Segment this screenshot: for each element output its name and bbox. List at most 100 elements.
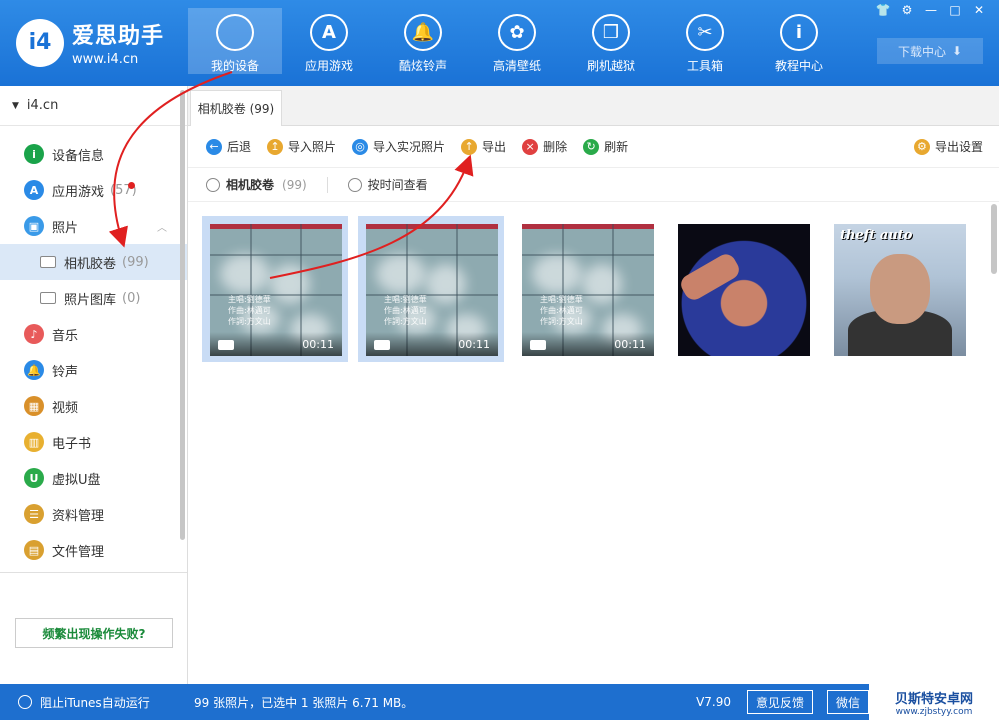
sidebar-item-label: 铃声 <box>52 364 79 380</box>
toolbar-button-label: 删除 <box>543 140 568 154</box>
status-bar: 阻止iTunes自动运行 99 张照片，已选中 1 张照片 6.71 MB。 V… <box>0 684 999 720</box>
video-lyric-text: 主唱:劉德華 作曲:林邁可 作詞:方文山 <box>540 295 583 326</box>
device-name: i4.cn <box>26 98 59 113</box>
nav-item-5[interactable]: ✂ 工具箱 <box>658 8 752 74</box>
chevron-up-icon[interactable]: ︿ <box>157 219 167 234</box>
video-duration: 00:11 <box>458 338 490 351</box>
nav-item-6[interactable]: i 教程中心 <box>752 8 846 74</box>
sidebar-item[interactable]: 🔔 铃声 <box>0 352 187 388</box>
sidebar-item[interactable]: ♪ 音乐 <box>0 316 187 352</box>
video-grid-line <box>522 254 654 256</box>
export-settings-button[interactable]: ⚙ 导出设置 <box>913 138 983 155</box>
settings-icon[interactable]: ⚙ <box>895 2 919 18</box>
photo-thumbnail-image: theft auto <box>834 224 966 356</box>
radio-camera-roll[interactable]: 相机胶卷 (99) <box>206 176 307 193</box>
sidebar-item-count: (0) <box>122 290 141 306</box>
thumbnail[interactable]: 主唱:劉德華 作曲:林邁可 作詞:方文山 00:11 <box>358 216 504 362</box>
sidebar-item[interactable]: ▤ 文件管理 <box>0 532 187 568</box>
radio-label: 按时间查看 <box>367 178 428 192</box>
nav-item-3[interactable]: ✿ 高清壁纸 <box>470 8 564 74</box>
radio-circle <box>206 177 220 192</box>
radio-by-time[interactable]: 按时间查看 <box>347 176 428 193</box>
version-label: V7.90 <box>696 695 731 709</box>
block-itunes-toggle[interactable]: 阻止iTunes自动运行 <box>0 694 188 711</box>
window-controls: 👕 ⚙ — □ ✕ <box>871 2 991 18</box>
sidebar-item[interactable]: 相机胶卷 (99) <box>0 244 187 280</box>
video-blur-shape <box>532 254 582 294</box>
sidebar-item[interactable]: ☰ 资料管理 <box>0 496 187 532</box>
sidebar-item[interactable]: 照片图库 (0) <box>0 280 187 316</box>
main-panel: 相机胶卷 (99) ← 后退 ↥ 导入照片 ◎ 导入实况照片 ↑ 导出 × 删除 ↻ 刷新 ⚙ 导出设… <box>188 86 999 684</box>
sidebar-item[interactable]: i 设备信息 <box>0 136 187 172</box>
nav-label: 教程中心 <box>774 59 823 73</box>
sidebar-item[interactable]: ▥ 电子书 <box>0 424 187 460</box>
video-blur-shape <box>426 264 466 304</box>
toolbar-button-0[interactable]: ← 后退 <box>206 138 251 155</box>
radio-label: 相机胶卷 <box>226 178 275 192</box>
toolbar-button-4[interactable]: × 删除 <box>522 138 567 155</box>
toolbar-button-2[interactable]: ◎ 导入实况照片 <box>352 138 445 155</box>
download-icon: ⬇ <box>951 44 963 58</box>
video-top-bar <box>210 224 342 229</box>
thumbnail[interactable]: theft auto <box>826 216 972 362</box>
nav-item-0[interactable]: 我的设备 <box>188 8 282 74</box>
video-camera-icon <box>374 340 390 350</box>
sidebar-item[interactable]: ▣ 照片 ︿ <box>0 208 187 244</box>
gear-icon: ⚙ <box>913 138 930 155</box>
wechat-button[interactable]: 微信 <box>826 690 869 714</box>
app-logo: i4 爱思助手 www.i4.cn <box>16 18 164 67</box>
nav-item-4[interactable]: ❒ 刷机越狱 <box>564 8 658 74</box>
radio-count: (99) <box>282 177 307 192</box>
top-nav: 我的设备 A 应用游戏 🔔 酷炫铃声 ✿ 高清壁纸 ❒ 刷机越狱 ✂ 工具箱 i 教程中心 <box>188 8 846 74</box>
logo-badge: i4 <box>16 18 64 67</box>
toolbar-button-3[interactable]: ↑ 导出 <box>461 138 506 155</box>
sidebar-item-count: (99) <box>122 254 149 270</box>
watermark-title: 贝斯特安卓网 <box>894 691 973 707</box>
sidebar-item-label: 相机胶卷 <box>64 256 117 272</box>
skin-icon[interactable]: 👕 <box>871 2 895 18</box>
watermark: 贝斯特安卓网 www.zjbstyy.com <box>869 684 999 720</box>
tab-camera-roll[interactable]: 相机胶卷 (99) <box>190 90 282 126</box>
sidebar-item-label: 文件管理 <box>52 544 105 560</box>
file-icon: ▤ <box>24 540 44 560</box>
top-header: i4 爱思助手 www.i4.cn 我的设备 A 应用游戏 🔔 酷炫铃声 ✿ 高清壁纸 ❒ 刷机… <box>0 0 999 86</box>
photo-grid: 主唱:劉德華 作曲:林邁可 作詞:方文山 00:11 主唱:劉德華 作曲:林邁可 作… <box>188 202 999 362</box>
video-thumbnail-image: 主唱:劉德華 作曲:林邁可 作詞:方文山 00:11 <box>210 224 342 356</box>
thumbnail[interactable] <box>670 216 816 362</box>
thumbnail[interactable]: 主唱:劉德華 作曲:林邁可 作詞:方文山 00:11 <box>514 216 660 362</box>
itunes-toggle-circle <box>18 695 32 709</box>
sidebar-item[interactable]: A 应用游戏 (57) <box>0 172 187 208</box>
download-center-button[interactable]: 下载中心 ⬇ <box>877 38 983 64</box>
app-window: i4 爱思助手 www.i4.cn 我的设备 A 应用游戏 🔔 酷炫铃声 ✿ 高清壁纸 ❒ 刷机… <box>0 0 999 720</box>
minimize-icon[interactable]: — <box>919 2 943 18</box>
close-icon[interactable]: ✕ <box>967 2 991 18</box>
sidebar-scrollbar[interactable] <box>180 90 185 540</box>
video-lyric-text: 主唱:劉德華 作曲:林邁可 作詞:方文山 <box>228 295 271 326</box>
video-top-bar <box>366 224 498 229</box>
maximize-icon[interactable]: □ <box>943 2 967 18</box>
watermark-url: www.zjbstyy.com <box>895 706 973 717</box>
feedback-button[interactable]: 意见反馈 <box>746 690 813 714</box>
sidebar-item[interactable]: ▦ 视频 <box>0 388 187 424</box>
toolbar-button-1[interactable]: ↥ 导入照片 <box>267 138 336 155</box>
thumbnail[interactable]: 主唱:劉德華 作曲:林邁可 作詞:方文山 00:11 <box>202 216 348 362</box>
sidebar-item[interactable]: U 虚拟U盘 <box>0 460 187 496</box>
toolbar-button-label: 导入照片 <box>288 140 337 154</box>
status-text: 99 张照片，已选中 1 张照片 6.71 MB。 <box>194 695 414 710</box>
nav-label: 工具箱 <box>686 59 723 73</box>
video-lyric-text: 主唱:劉德華 作曲:林邁可 作詞:方文山 <box>384 295 427 326</box>
device-selector[interactable]: ▼ i4.cn <box>0 86 187 126</box>
nav-item-2[interactable]: 🔔 酷炫铃声 <box>376 8 470 74</box>
video-blur-shape <box>376 254 426 294</box>
sidebar-item-label: 视频 <box>52 400 79 416</box>
main-scrollbar[interactable] <box>991 204 997 274</box>
toolbar-button-label: 导出 <box>482 140 507 154</box>
frequent-failure-button[interactable]: 频繁出现操作失败? <box>15 618 173 648</box>
live-photo-icon: ◎ <box>352 138 369 155</box>
video-blur-shape <box>270 264 310 304</box>
notification-dot <box>128 182 135 189</box>
nav-item-1[interactable]: A 应用游戏 <box>282 8 376 74</box>
sidebar-divider <box>0 572 187 573</box>
toolbar-button-5[interactable]: ↻ 刷新 <box>583 138 628 155</box>
sidebar: ▼ i4.cn i 设备信息 A 应用游戏 (57) ▣ 照片 ︿ 相机胶卷 (99) 照片图库 (0… <box>0 86 188 684</box>
